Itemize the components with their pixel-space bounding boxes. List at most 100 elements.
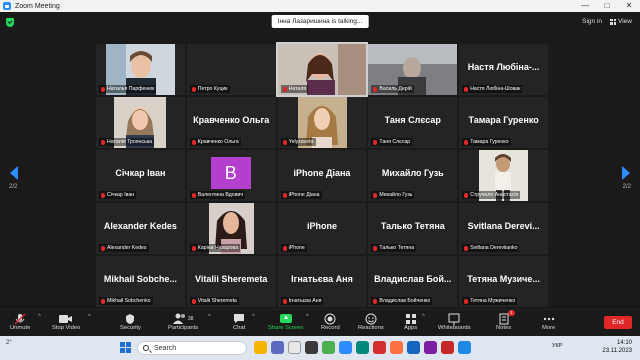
participant-tile[interactable]: Настя Любіна-... Настя Любіна-Шовак: [459, 44, 548, 95]
participant-name: Mikhail Sobchenko: [107, 298, 151, 304]
participant-tile[interactable]: Наталія Троянська: [96, 97, 185, 148]
minimize-button[interactable]: —: [574, 0, 596, 12]
participant-tile-active-speaker[interactable]: Наталя: [275, 42, 369, 97]
stop-video-button[interactable]: Stop Video: [52, 312, 80, 331]
participant-tile[interactable]: Владислав Бой... Владислав Бойченко: [368, 256, 458, 307]
participant-tile[interactable]: Михайло Гузь Михайло Гузь: [368, 150, 458, 201]
keyboard-language-indicator[interactable]: УКР: [552, 343, 562, 349]
app-icon[interactable]: [288, 341, 301, 354]
whiteboards-button[interactable]: Whiteboards: [438, 312, 471, 331]
participant-tile[interactable]: Vitalii Sheremeta Vitalii Sheremeta: [186, 256, 276, 307]
reactions-label: Reactions: [358, 325, 384, 331]
participant-tile[interactable]: Mikhail Sobche... Mikhail Sobchenko: [96, 256, 185, 307]
participant-tile[interactable]: iPhone iPhone: [277, 203, 367, 254]
system-clock[interactable]: 14:10 23.11.2023: [602, 339, 632, 355]
participant-tile[interactable]: B Валентина Вдович: [186, 150, 276, 201]
participant-name-label: Наталя: [280, 85, 309, 93]
record-label: Record: [321, 325, 340, 331]
apps-button[interactable]: Apps: [404, 312, 417, 331]
participant-display-name: Кравченко Ольга: [193, 115, 270, 125]
app-icon[interactable]: [322, 341, 335, 354]
participants-options-caret-icon[interactable]: ^: [208, 314, 211, 320]
app-icon[interactable]: [373, 341, 386, 354]
reactions-button[interactable]: Reactions: [358, 312, 384, 331]
security-shield-icon[interactable]: [6, 17, 14, 27]
participant-name: Alexander Kedes: [107, 245, 147, 251]
unmute-button[interactable]: Unmute: [10, 312, 30, 331]
participant-tile[interactable]: Тамара Гуренко Тамара Гуренко: [459, 97, 548, 148]
window-title-bar: Zoom Meeting — □ ✕: [0, 0, 640, 12]
more-button[interactable]: More: [542, 312, 555, 331]
participant-name: Тамара Гуренко: [470, 139, 509, 145]
window-title: Zoom Meeting: [15, 2, 60, 10]
gallery-row: Наталія Троянська Кравченко Ольга Кравче…: [96, 97, 548, 148]
record-button[interactable]: Record: [321, 312, 340, 331]
participant-tile[interactable]: Таня Слєсар Таня Слєсар: [368, 97, 458, 148]
participant-name: Владислав Бойченко: [379, 298, 431, 304]
next-page-arrow-icon[interactable]: [622, 166, 632, 180]
windows-start-icon[interactable]: [120, 342, 131, 353]
app-icon[interactable]: [407, 341, 420, 354]
chat-label: Chat: [233, 325, 246, 331]
participant-tile[interactable]: Ігнатьєва Аня Ігнатьєва Аня: [277, 256, 367, 307]
file-explorer-icon[interactable]: [254, 341, 267, 354]
end-meeting-button[interactable]: End: [604, 316, 632, 329]
gallery-row: Alexander Kedes Alexander Kedes Каріна Н…: [96, 203, 548, 254]
video-gallery: Наталья Парфенюк Петро Куцик Наталя Васи…: [96, 42, 548, 309]
participant-name-label: Тетяна Мужиченко: [462, 297, 518, 305]
chat-options-caret-icon[interactable]: ^: [252, 314, 255, 320]
participant-display-name: Alexander Kedes: [103, 221, 177, 231]
app-icon[interactable]: [305, 341, 318, 354]
whiteboards-label: Whiteboards: [438, 325, 471, 331]
video-options-caret-icon[interactable]: ^: [88, 314, 91, 320]
participant-tile[interactable]: Василь Дерій: [368, 44, 458, 95]
participant-name-label: Петро Куцик: [189, 85, 230, 93]
participant-tile[interactable]: Стручало Анастасія: [459, 150, 548, 201]
participants-button[interactable]: 38 Participants: [168, 312, 198, 331]
participant-tile[interactable]: Alexander Kedes Alexander Kedes: [96, 203, 185, 254]
previous-page-arrow-icon[interactable]: [8, 166, 18, 180]
participant-tile[interactable]: iPhone Діана iPhone Діана: [277, 150, 367, 201]
participant-tile[interactable]: Наталья Парфенюк: [96, 44, 185, 95]
participant-display-name: Mikhail Sobche...: [103, 274, 177, 284]
participant-tile[interactable]: Талько Тетяна Талько Тетяна: [368, 203, 458, 254]
share-screen-button[interactable]: Share Screen: [268, 312, 303, 331]
muted-mic-icon: [464, 298, 469, 304]
app-icon[interactable]: [424, 341, 437, 354]
chat-button[interactable]: Chat: [233, 312, 245, 331]
maximize-button[interactable]: □: [596, 0, 618, 12]
apps-options-caret-icon[interactable]: ^: [422, 314, 425, 320]
participants-icon: 38: [172, 312, 193, 325]
participant-tile[interactable]: Yelyzaveta: [277, 97, 367, 148]
participant-tile[interactable]: Каріна Назарова: [186, 203, 276, 254]
muted-mic-icon: [282, 192, 287, 198]
security-button[interactable]: Security: [120, 312, 141, 331]
share-options-caret-icon[interactable]: ^: [306, 314, 309, 320]
weather-widget[interactable]: 2°: [6, 340, 12, 346]
app-icon[interactable]: [441, 341, 454, 354]
app-icon[interactable]: [390, 341, 403, 354]
participant-tile[interactable]: Тетяна Музиче... Тетяна Мужиченко: [459, 256, 548, 307]
zoom-taskbar-icon[interactable]: [339, 341, 352, 354]
close-button[interactable]: ✕: [618, 0, 640, 12]
window-controls: — □ ✕: [574, 0, 640, 12]
audio-options-caret-icon[interactable]: ^: [38, 314, 41, 320]
muted-mic-icon: [282, 86, 287, 92]
muted-mic-icon: [101, 86, 105, 92]
windows-taskbar: 2° Search УКР 14:10 23.11.2023: [0, 336, 640, 360]
taskbar-search-box[interactable]: Search: [137, 341, 247, 355]
edge-browser-icon[interactable]: [356, 341, 369, 354]
participant-name-label: Владислав Бойченко: [371, 297, 433, 305]
participant-tile[interactable]: Svitlana Derevi... Svitlana Dereviianko: [459, 203, 548, 254]
participant-tile[interactable]: Січкар Іван Січкар Іван: [96, 150, 185, 201]
muted-mic-icon: [373, 139, 378, 145]
view-button[interactable]: View: [610, 18, 632, 25]
chat-bubble-icon: [233, 312, 245, 325]
more-dots-icon: [543, 312, 555, 325]
participant-tile[interactable]: Кравченко Ольга Кравченко Ольга: [186, 97, 276, 148]
sign-in-link[interactable]: Sign in: [582, 18, 602, 25]
task-view-icon[interactable]: [271, 341, 284, 354]
search-placeholder: Search: [154, 344, 177, 352]
app-icon[interactable]: [458, 341, 471, 354]
participant-tile[interactable]: Петро Куцик: [186, 44, 276, 95]
